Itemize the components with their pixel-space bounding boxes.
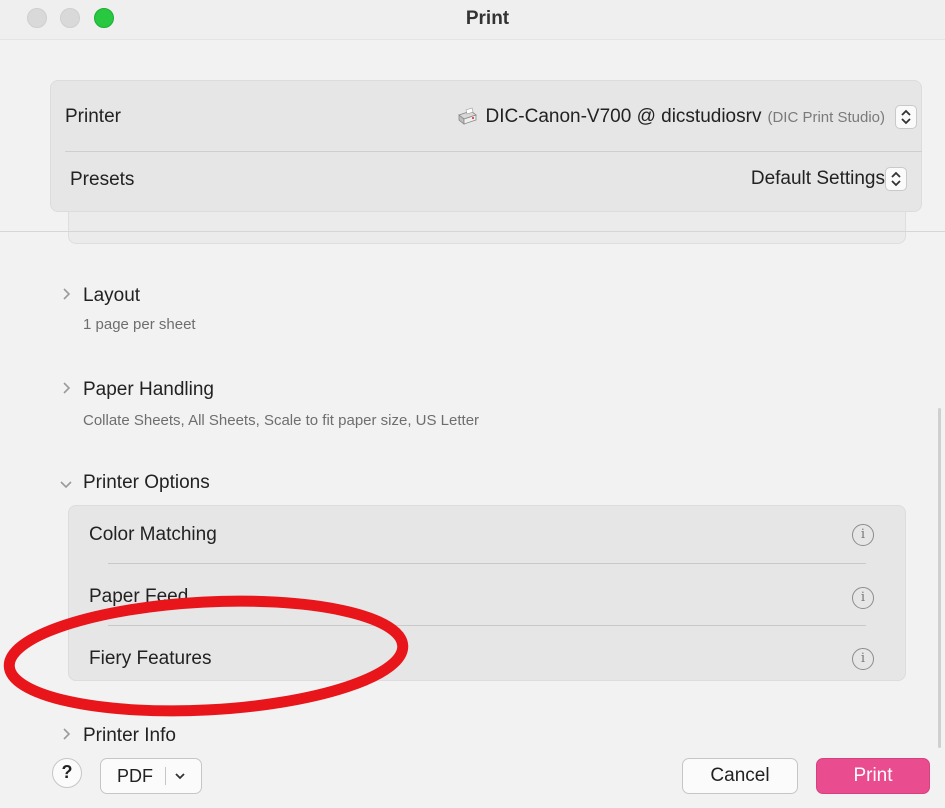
- presets-select[interactable]: Default Settings: [751, 168, 885, 190]
- printer-location: (DIC Print Studio): [767, 108, 885, 126]
- window-title: Print: [465, 8, 510, 29]
- chevron-down-icon: [174, 769, 186, 783]
- pdf-menu-button[interactable]: PDF: [100, 758, 202, 794]
- printer-name: DIC-Canon-V700 @ dicstudiosrv: [485, 106, 762, 127]
- print-dialog: Print Printer DIC-Canon-V700 @ dicstudio…: [0, 0, 945, 808]
- help-button[interactable]: ?: [52, 758, 82, 788]
- cancel-button[interactable]: Cancel: [682, 758, 798, 794]
- layout-section-title[interactable]: Layout: [83, 285, 140, 307]
- presets-label: Presets: [70, 169, 135, 190]
- printer-icon: [456, 107, 478, 127]
- option-divider: [108, 625, 866, 626]
- printer-select[interactable]: DIC-Canon-V700 @ dicstudiosrv (DIC Print…: [456, 106, 885, 128]
- printer-settings-box: [50, 80, 922, 212]
- layout-summary: 1 page per sheet: [83, 316, 196, 333]
- paper-handling-summary: Collate Sheets, All Sheets, Scale to fit…: [83, 412, 480, 429]
- printer-options-section-title[interactable]: Printer Options: [83, 472, 210, 494]
- fiery-features-row[interactable]: Fiery Features: [89, 648, 211, 670]
- chevron-right-icon[interactable]: [58, 286, 74, 306]
- paper-handling-section-title[interactable]: Paper Handling: [83, 379, 214, 401]
- presets-stepper-icon[interactable]: [885, 167, 907, 191]
- scrollbar[interactable]: [938, 408, 941, 748]
- settings-box-shadow: [68, 210, 906, 244]
- pdf-label: PDF: [117, 765, 153, 786]
- option-divider: [108, 563, 866, 564]
- info-icon[interactable]: i: [852, 648, 874, 670]
- printer-stepper-icon[interactable]: [895, 105, 917, 129]
- pdf-separator: [165, 767, 166, 785]
- info-icon[interactable]: i: [852, 587, 874, 609]
- chevron-down-icon[interactable]: [58, 474, 74, 494]
- printer-info-section-title[interactable]: Printer Info: [83, 725, 176, 747]
- print-button[interactable]: Print: [816, 758, 930, 794]
- title-bar: Print: [0, 0, 945, 40]
- info-icon[interactable]: i: [852, 524, 874, 546]
- printer-label: Printer: [65, 106, 121, 127]
- chevron-right-icon[interactable]: [58, 726, 74, 746]
- chevron-right-icon[interactable]: [58, 380, 74, 400]
- color-matching-row[interactable]: Color Matching: [89, 524, 217, 546]
- section-divider: [0, 231, 945, 232]
- settings-divider: [65, 151, 922, 152]
- paper-feed-row[interactable]: Paper Feed: [89, 586, 188, 608]
